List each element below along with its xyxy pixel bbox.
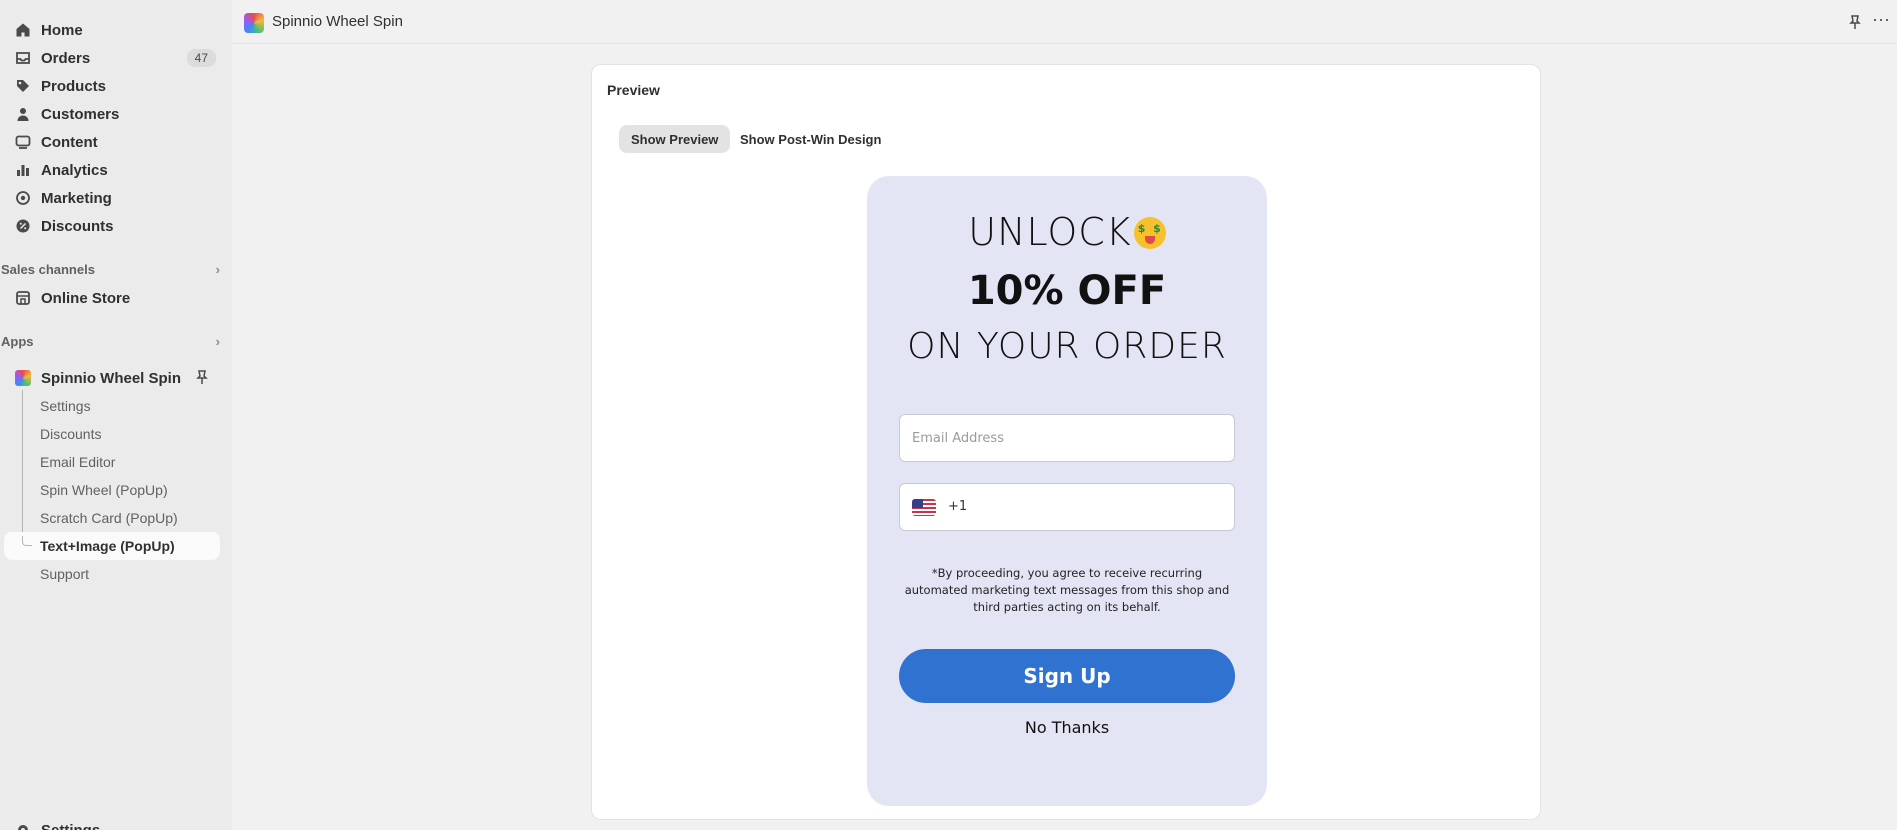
email-field[interactable] xyxy=(899,414,1235,462)
sales-channels-heading: Sales channels xyxy=(1,261,95,277)
sidebar-item-label: Marketing xyxy=(41,189,112,207)
phone-country-code: +1 xyxy=(948,499,968,514)
home-icon xyxy=(15,22,31,38)
popup-preview: UNLOCK 10% OFF ON YOUR ORDER +1 *By proc… xyxy=(867,176,1267,806)
no-thanks-link[interactable]: No Thanks xyxy=(867,718,1267,737)
sidebar-item-label: Content xyxy=(41,133,98,151)
app-logo-icon xyxy=(15,370,31,386)
popup-headline-line1: UNLOCK xyxy=(867,210,1267,254)
inbox-icon xyxy=(15,50,31,66)
sidebar-item-orders[interactable]: Orders 47 xyxy=(12,45,220,71)
app-sub-item-email-editor[interactable]: Email Editor xyxy=(40,451,115,473)
more-options-icon[interactable]: ··· xyxy=(1871,10,1891,32)
sidebar-item-label: Home xyxy=(41,21,83,39)
apps-header[interactable]: Apps › xyxy=(0,330,220,352)
app-sub-item-discounts[interactable]: Discounts xyxy=(40,423,101,445)
headline-text: UNLOCK xyxy=(968,210,1132,254)
preview-card: Preview Show Preview Show Post-Win Desig… xyxy=(591,64,1541,820)
us-flag-icon[interactable] xyxy=(912,499,936,516)
app-sub-item-support[interactable]: Support xyxy=(40,563,89,585)
sidebar-item-products[interactable]: Products xyxy=(12,73,220,99)
tree-connector-hook xyxy=(22,536,32,546)
tree-connector xyxy=(22,390,23,545)
app-top-bar: Spinnio Wheel Spin ··· xyxy=(232,0,1897,44)
phone-field[interactable]: +1 xyxy=(899,483,1235,531)
sidebar-item-label: Products xyxy=(41,77,107,95)
chevron-right-icon: › xyxy=(215,333,220,349)
sidebar-item-analytics[interactable]: Analytics xyxy=(12,157,220,183)
discount-icon xyxy=(15,218,31,234)
sidebar-item-label: Settings xyxy=(41,821,101,830)
sidebar-item-content[interactable]: Content xyxy=(12,129,220,155)
tab-show-post-win-design[interactable]: Show Post-Win Design xyxy=(728,125,893,153)
sidebar-item-online-store[interactable]: Online Store xyxy=(12,285,220,311)
sidebar-item-label: Discounts xyxy=(41,217,114,235)
card-title: Preview xyxy=(607,82,660,98)
apps-heading: Apps xyxy=(1,333,34,349)
chevron-right-icon: › xyxy=(215,261,220,277)
sms-consent-disclaimer: *By proceeding, you agree to receive rec… xyxy=(904,566,1230,614)
sidebar-item-marketing[interactable]: Marketing xyxy=(12,185,220,211)
tag-icon xyxy=(15,78,31,94)
sidebar-item-label: Orders xyxy=(41,49,91,67)
target-icon xyxy=(15,190,31,206)
pin-icon[interactable] xyxy=(1847,14,1863,30)
sales-channels-header[interactable]: Sales channels › xyxy=(0,258,220,280)
pin-icon[interactable] xyxy=(194,369,210,385)
sidebar-item-customers[interactable]: Customers xyxy=(12,101,220,127)
sidebar-item-label: Analytics xyxy=(41,161,108,179)
app-title: Spinnio Wheel Spin xyxy=(272,13,403,30)
sidebar-item-label: Spinnio Wheel Spin xyxy=(41,369,181,387)
popup-headline-line3: ON YOUR ORDER xyxy=(907,326,1227,367)
email-input[interactable] xyxy=(900,415,1234,461)
sidebar-item-label: Online Store xyxy=(41,289,131,307)
content-icon xyxy=(15,134,31,150)
orders-count-badge: 47 xyxy=(186,49,216,67)
store-icon xyxy=(15,290,31,306)
popup-headline-line2: 10% OFF xyxy=(967,268,1167,314)
sidebar-item-settings[interactable]: Settings xyxy=(12,817,220,830)
bar-chart-icon xyxy=(15,162,31,178)
sidebar-item-discounts[interactable]: Discounts xyxy=(12,213,220,239)
sidebar-item-home[interactable]: Home xyxy=(12,17,220,43)
app-sub-item-scratch-card[interactable]: Scratch Card (PopUp) xyxy=(40,507,178,529)
sidebar-item-app[interactable]: Spinnio Wheel Spin xyxy=(12,365,220,391)
sidebar-item-label: Customers xyxy=(41,105,120,123)
app-sub-item-text-image[interactable]: Text+Image (PopUp) xyxy=(40,535,175,557)
person-icon xyxy=(15,106,31,122)
sign-up-button[interactable]: Sign Up xyxy=(899,649,1235,703)
app-sub-item-spin-wheel[interactable]: Spin Wheel (PopUp) xyxy=(40,479,168,501)
app-sub-item-settings[interactable]: Settings xyxy=(40,395,91,417)
money-mouth-emoji-icon xyxy=(1133,217,1166,249)
sidebar: Home Orders 47 Products Customers Conten… xyxy=(0,0,232,830)
tab-show-preview[interactable]: Show Preview xyxy=(619,125,731,153)
app-logo-icon xyxy=(244,13,264,33)
gear-icon xyxy=(15,822,31,830)
